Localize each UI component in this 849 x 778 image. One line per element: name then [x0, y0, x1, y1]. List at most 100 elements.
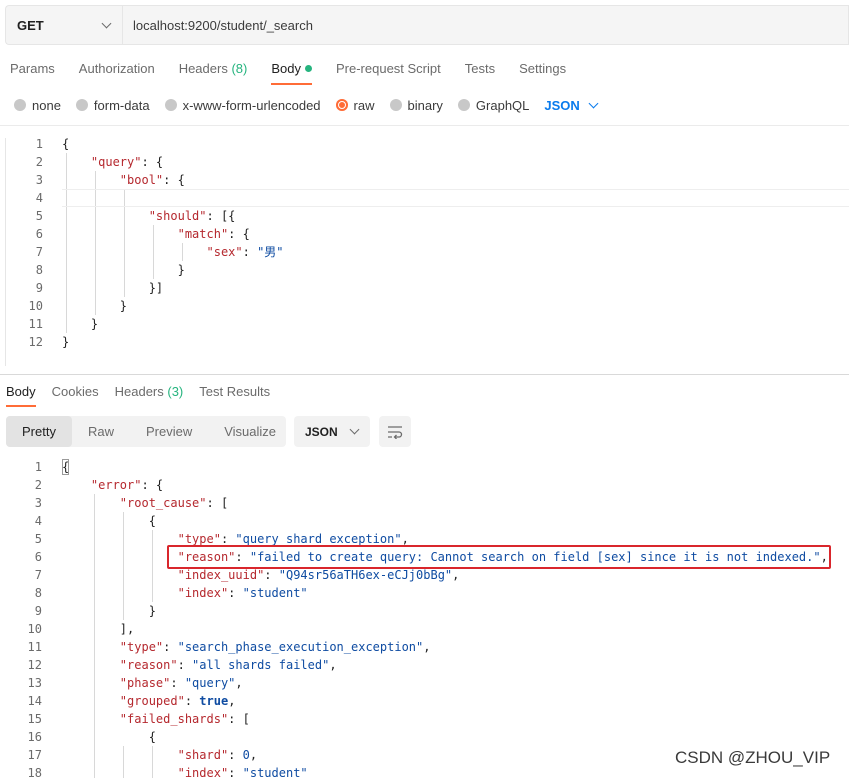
code-text: } — [62, 263, 185, 277]
line-number: 4 — [35, 191, 43, 205]
line-number: 10 — [28, 299, 43, 313]
line-number: 13 — [27, 676, 42, 690]
line-number: 11 — [27, 640, 42, 654]
pane-divider[interactable] — [0, 374, 849, 375]
radio-circle-icon — [389, 99, 402, 111]
code-line: 8 "index": "student" — [0, 584, 849, 602]
line-number: 4 — [34, 514, 42, 528]
code-text: "root_cause": [ — [119, 496, 229, 510]
radio-graphql[interactable]: GraphQL — [457, 98, 529, 113]
tab-authorization[interactable]: Authorization — [79, 61, 155, 85]
tab-params[interactable]: Params — [10, 61, 55, 85]
response-format-select[interactable]: JSON — [294, 416, 370, 447]
tab-tests[interactable]: Tests — [465, 61, 495, 85]
radio-raw[interactable]: raw — [335, 97, 375, 113]
tab-cookies[interactable]: Cookies — [52, 384, 99, 408]
line-number: 18 — [27, 766, 42, 778]
code-line: 2 "error": { — [0, 476, 849, 494]
radio-raw-label: raw — [353, 97, 375, 113]
code-text: { — [62, 514, 156, 528]
line-number: 3 — [34, 496, 42, 510]
tab-test-results[interactable]: Test Results — [199, 384, 270, 408]
line-number: 16 — [27, 730, 42, 744]
request-body-editor[interactable]: 1{ 2 "query": { 3 "bool": { 4 5 "should"… — [0, 135, 849, 351]
line-number: 2 — [34, 478, 42, 492]
watermark: CSDN @ZHOU_VIP — [675, 748, 831, 767]
code-text: "should": [{ — [148, 209, 236, 223]
radio-form-data[interactable]: form-data — [75, 98, 150, 113]
code-text: } — [62, 604, 156, 618]
view-visualize-button[interactable]: Visualize — [208, 416, 292, 447]
radio-none[interactable]: none — [14, 98, 61, 113]
code-line: 7 "sex": "男" — [0, 243, 849, 261]
tab-response-body[interactable]: Body — [6, 384, 36, 408]
line-number: 8 — [35, 263, 43, 277]
radio-urlencoded[interactable]: x-www-form-urlencoded — [164, 98, 321, 113]
code-text: "grouped": true, — [119, 694, 236, 708]
code-line: 11 "type": "search_phase_execution_excep… — [0, 638, 849, 656]
code-line-active: 4 — [0, 189, 849, 207]
view-pretty-button[interactable]: Pretty — [6, 416, 72, 447]
chevron-down-icon — [588, 98, 599, 108]
tab-response-headers-label: Headers — [114, 384, 164, 399]
code-text: } — [62, 335, 70, 349]
code-line: 13 "phase": "query", — [0, 674, 849, 692]
line-number: 1 — [35, 137, 43, 151]
wrap-lines-button[interactable] — [379, 416, 411, 447]
code-line: 3 "bool": { — [0, 171, 849, 189]
chevron-down-icon — [101, 18, 112, 28]
tab-settings[interactable]: Settings — [519, 61, 566, 85]
chevron-down-icon — [349, 424, 360, 435]
code-line: 10 } — [0, 297, 849, 315]
tab-response-headers[interactable]: Headers (3) — [115, 384, 184, 408]
body-format-label: JSON — [544, 97, 580, 113]
tab-prerequest-script[interactable]: Pre-request Script — [336, 61, 441, 85]
code-line: 15 "failed_shards": [ — [0, 710, 849, 728]
request-url-bar: GET localhost:9200/student/_search — [5, 5, 849, 45]
code-text: } — [62, 299, 128, 313]
code-line: 1{ — [0, 458, 849, 476]
code-text: ], — [62, 622, 135, 636]
code-text: { — [62, 730, 156, 744]
code-text: "error": { — [90, 478, 164, 492]
line-number: 7 — [34, 568, 42, 582]
radio-circle-icon — [164, 99, 177, 111]
response-tabs: Body Cookies Headers (3) Test Results — [6, 384, 286, 408]
divider — [0, 125, 849, 126]
code-text: { — [62, 137, 70, 151]
line-number: 6 — [35, 227, 43, 241]
code-line: 6 "match": { — [0, 225, 849, 243]
line-number: 3 — [35, 173, 43, 187]
code-line: 10 ], — [0, 620, 849, 638]
url-input[interactable]: localhost:9200/student/_search — [122, 5, 849, 45]
response-format-label: JSON — [305, 424, 338, 439]
tab-body[interactable]: Body — [271, 61, 312, 85]
code-line: 14 "grouped": true, — [0, 692, 849, 710]
code-line: 11 } — [0, 315, 849, 333]
method-label: GET — [17, 17, 44, 33]
code-text: "match": { — [177, 227, 250, 241]
radio-none-label: none — [32, 97, 61, 113]
response-body-viewer[interactable]: 1{ 2 "error": { 3 "root_cause": [ 4 { 5 … — [0, 458, 849, 778]
code-line: 8 } — [0, 261, 849, 279]
tab-headers[interactable]: Headers (8) — [179, 61, 248, 85]
body-format-select[interactable]: JSON — [544, 97, 599, 113]
line-number: 5 — [34, 532, 42, 546]
code-text: "type": "search_phase_execution_exceptio… — [119, 640, 431, 654]
radio-binary-label: binary — [407, 97, 443, 113]
line-number: 15 — [27, 712, 42, 726]
line-number: 1 — [34, 460, 42, 474]
line-number: 9 — [34, 604, 42, 618]
wrap-lines-icon — [388, 425, 403, 439]
method-select[interactable]: GET — [5, 5, 122, 45]
code-text: "shard": 0, — [177, 748, 258, 762]
code-text: "index": "student" — [177, 586, 308, 600]
radio-binary[interactable]: binary — [389, 97, 443, 113]
code-line: 2 "query": { — [0, 153, 849, 171]
body-type-selector: none form-data x-www-form-urlencoded raw… — [14, 97, 599, 113]
view-preview-button[interactable]: Preview — [130, 416, 208, 447]
code-text: { — [62, 460, 70, 474]
code-line: 16 { — [0, 728, 849, 746]
line-number: 2 — [35, 155, 43, 169]
view-raw-button[interactable]: Raw — [72, 416, 130, 447]
